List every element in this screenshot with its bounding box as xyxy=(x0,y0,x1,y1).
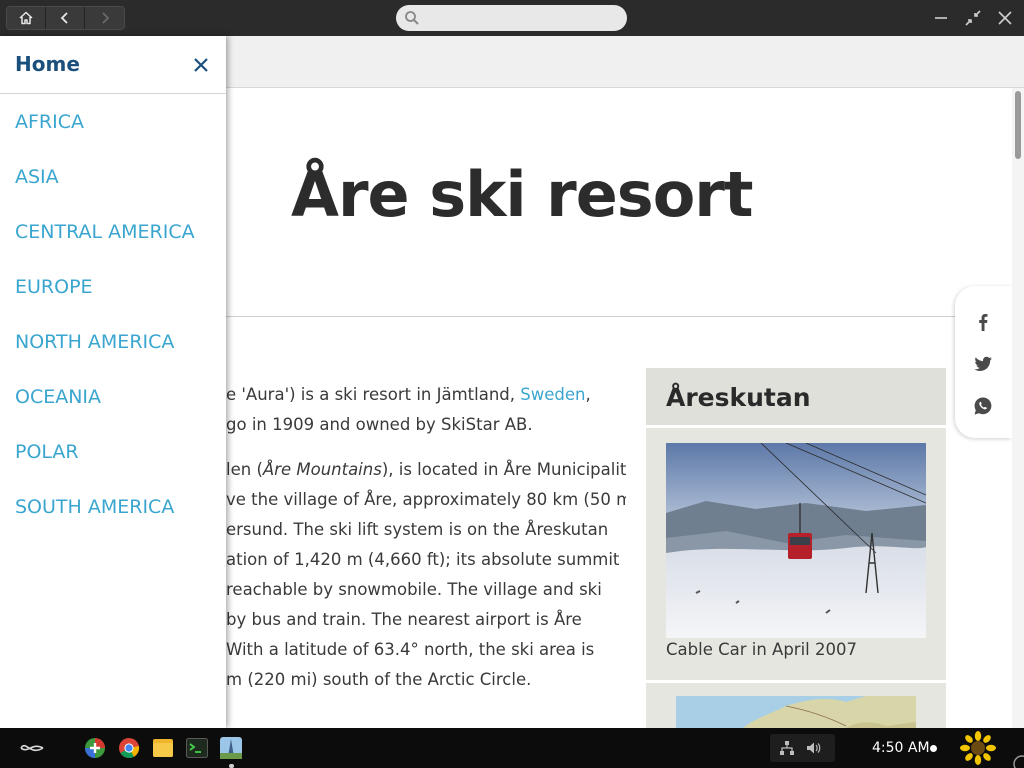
travel-app-icon[interactable] xyxy=(219,736,243,760)
article-paragraph-1: e 'Aura') is a ski resort in Jämtland, S… xyxy=(226,380,626,440)
paragraph-line: len (Åre Mountains), is located in Åre M… xyxy=(226,460,626,479)
side-menu: Home AFRICA ASIA CENTRAL AMERICA EUROPE … xyxy=(0,36,226,728)
back-button[interactable] xyxy=(46,7,85,29)
taskbar xyxy=(0,728,1024,768)
paragraph-line: ation of 1,420 m (4,660 ft); its absolut… xyxy=(226,550,626,569)
share-panel xyxy=(955,286,1012,438)
paragraph-line: ersund. The ski lift system is on the År… xyxy=(226,520,609,539)
menu-item-africa[interactable]: AFRICA xyxy=(15,111,84,133)
system-tray[interactable] xyxy=(770,734,835,762)
side-menu-header: Home xyxy=(0,36,226,94)
launcher-icon[interactable] xyxy=(18,736,46,760)
terminal-icon[interactable] xyxy=(185,736,209,760)
vertical-scrollbar[interactable] xyxy=(1012,88,1024,728)
notification-dot xyxy=(930,745,937,752)
chrome-icon[interactable] xyxy=(117,736,141,760)
app-center-icon[interactable] xyxy=(83,736,107,760)
paragraph-line: reachable by snowmobile. The village and… xyxy=(226,580,602,599)
home-icon xyxy=(19,11,33,25)
cable-car-image xyxy=(666,443,926,638)
infobox: Åreskutan Cable Car in April 2007 xyxy=(646,368,946,728)
link-sweden[interactable]: Sweden xyxy=(520,385,585,404)
volume-icon[interactable] xyxy=(805,740,821,756)
chevron-right-icon xyxy=(101,12,109,24)
map-image xyxy=(676,696,916,728)
paragraph-line: go in 1909 and owned by SkiStar AB. xyxy=(226,415,533,434)
paragraph-line: by bus and train. The nearest airport is… xyxy=(226,610,582,629)
restore-icon[interactable] xyxy=(964,9,982,27)
side-menu-title[interactable]: Home xyxy=(15,52,80,76)
title-divider xyxy=(226,316,956,317)
navigation-buttons xyxy=(6,6,125,30)
minimize-icon[interactable] xyxy=(932,9,950,27)
sunflower-icon[interactable] xyxy=(960,731,996,765)
chevron-left-icon xyxy=(60,12,68,24)
window-titlebar xyxy=(0,0,1024,36)
article-paragraph-2: len (Åre Mountains), is located in Åre M… xyxy=(226,455,626,695)
page-title: Åre ski resort xyxy=(291,158,754,231)
files-icon[interactable] xyxy=(151,736,175,760)
paragraph-line: With a latitude of 63.4° north, the ski … xyxy=(226,640,595,659)
menu-item-oceania[interactable]: OCEANIA xyxy=(15,386,101,408)
cable-car-photo[interactable] xyxy=(666,443,926,638)
image-caption: Cable Car in April 2007 xyxy=(666,640,857,659)
scrollbar-thumb[interactable] xyxy=(1015,91,1021,159)
infobox-title: Åreskutan xyxy=(646,368,946,428)
close-icon[interactable] xyxy=(192,56,210,74)
search-input[interactable] xyxy=(396,5,627,31)
location-map[interactable] xyxy=(676,696,916,728)
home-button[interactable] xyxy=(7,7,46,29)
whatsapp-icon[interactable] xyxy=(972,395,994,417)
menu-item-asia[interactable]: ASIA xyxy=(15,166,59,188)
running-indicator xyxy=(229,764,234,768)
clock[interactable]: 4:50 AM xyxy=(872,740,930,756)
corner-icon[interactable] xyxy=(1010,750,1024,768)
network-icon[interactable] xyxy=(779,740,795,756)
forward-button[interactable] xyxy=(85,7,124,29)
infobox-divider xyxy=(646,680,946,683)
menu-item-polar[interactable]: POLAR xyxy=(15,441,79,463)
menu-item-europe[interactable]: EUROPE xyxy=(15,276,93,298)
paragraph-line: e 'Aura') is a ski resort in Jämtland, S… xyxy=(226,385,591,404)
close-window-icon[interactable] xyxy=(996,9,1014,27)
menu-item-north-america[interactable]: NORTH AMERICA xyxy=(15,331,174,353)
menu-item-south-america[interactable]: SOUTH AMERICA xyxy=(15,496,174,518)
paragraph-line: m (220 mi) south of the Arctic Circle. xyxy=(226,670,532,689)
facebook-icon[interactable] xyxy=(972,311,994,333)
twitter-icon[interactable] xyxy=(972,353,994,375)
paragraph-line: ve the village of Åre, approximately 80 … xyxy=(226,490,626,509)
search-icon xyxy=(405,11,419,25)
menu-item-central-america[interactable]: CENTRAL AMERICA xyxy=(15,221,195,243)
